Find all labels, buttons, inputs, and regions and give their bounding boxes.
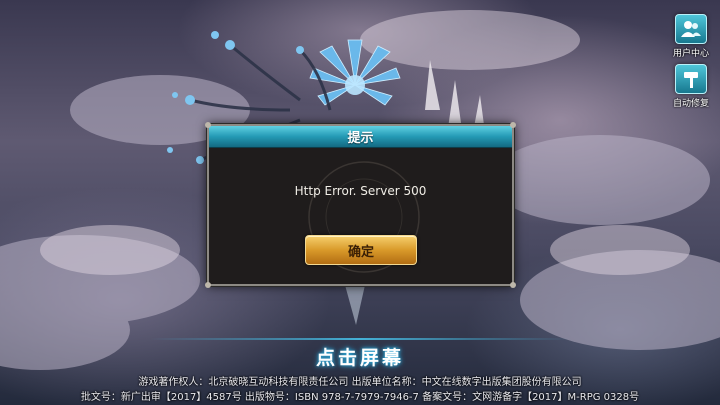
license-line: 批文号：新广出审【2017】4587号 出版物号：ISBN 978-7-7979… [80,392,640,403]
tap-to-start-prompt[interactable]: 点击屏幕 [0,343,720,370]
user-center-label: 用户中心 [672,49,709,59]
dialog-header: 提示 [209,126,512,148]
hammer-icon [675,64,707,94]
copyright-line: 游戏著作权人：北京破晓互动科技有限责任公司 出版单位名称：中文在线数字出版集团股… [138,377,582,388]
corner-ornament-icon [510,122,516,128]
error-message: Http Error. Server 500 [294,184,427,198]
dialog-title: 提示 [347,131,374,146]
auto-repair-button[interactable]: 自动修复 [670,64,712,109]
error-dialog: 提示 Http Error. Server 500 确定 [205,122,516,288]
corner-ornament-icon [510,282,516,288]
confirm-button[interactable]: 确定 [305,235,417,265]
corner-ornament-icon [205,122,211,128]
users-icon [675,14,707,44]
auto-repair-label: 自动修复 [672,99,709,109]
tap-prompt-divider [150,338,570,340]
user-center-button[interactable]: 用户中心 [670,14,712,59]
corner-ornament-icon [205,282,211,288]
